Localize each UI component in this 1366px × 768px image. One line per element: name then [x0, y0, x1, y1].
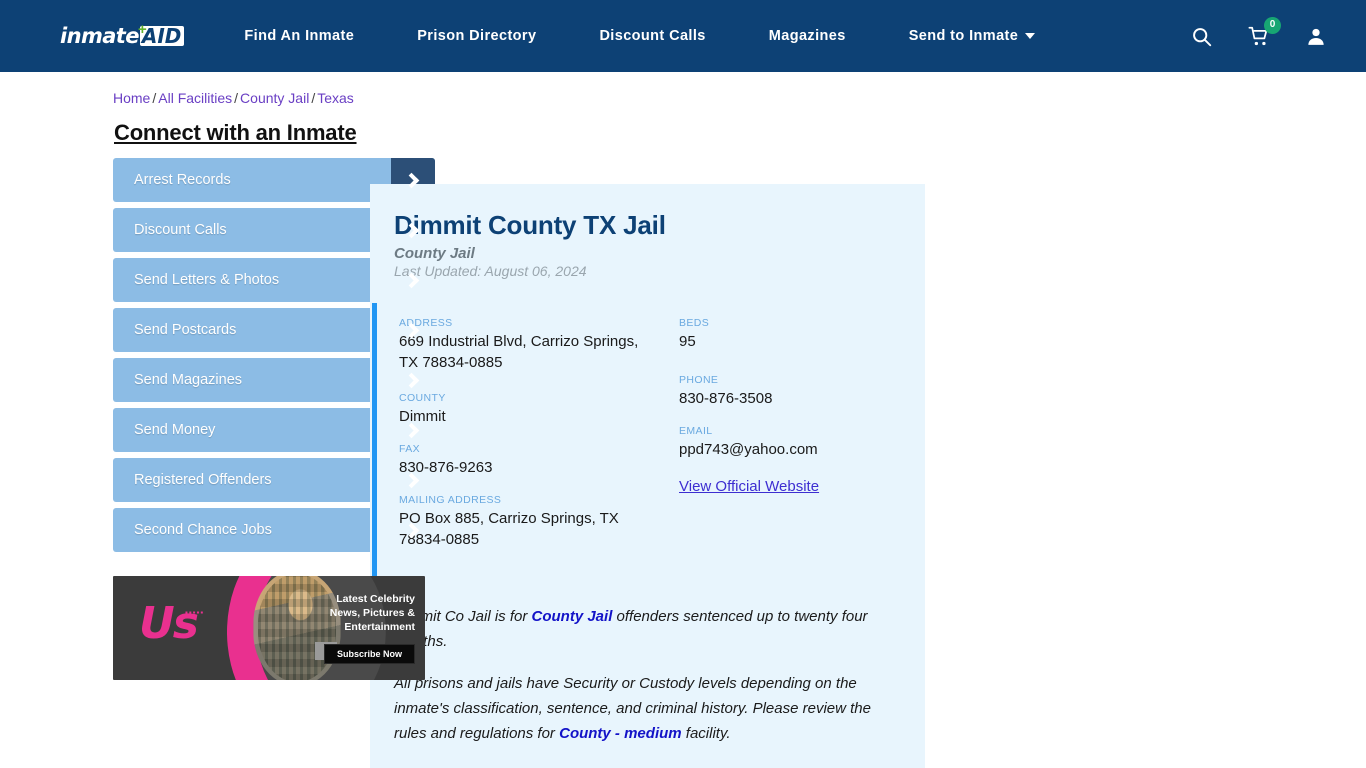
page-body: Home / All Facilities / County Jail / Texas Co… — [0, 72, 1366, 768]
info-label: FAX — [399, 443, 421, 455]
info-value: 669 Industrial Blvd, Carrizo Springs, TX… — [399, 333, 639, 371]
facility-type: County Jail — [394, 245, 475, 262]
info-field-mailing-address: MAILING ADDRESS PO Box 885, Carrizo Spri… — [399, 494, 653, 550]
info-field-beds: BEDS 95 — [679, 317, 907, 352]
advertisement-banner[interactable]: Us ▪▪▪▪▪ Latest Celebrity News, Pictures… — [113, 576, 425, 680]
info-label: PHONE — [679, 374, 719, 386]
chevron-down-icon — [1025, 33, 1036, 39]
info-value: 830-876-9263 — [399, 459, 493, 476]
user-account-icon[interactable] — [1306, 26, 1326, 47]
breadcrumb-separator: / — [234, 90, 239, 106]
info-value: Dimmit — [399, 408, 446, 425]
nav-item-prison-directory[interactable]: Prison Directory — [417, 18, 536, 54]
left-sidebar: Home / All Facilities / County Jail / Texas Co… — [0, 72, 435, 768]
logo-wordmark: inmate — [60, 24, 139, 48]
info-field-email: EMAIL ppd743@yahoo.com — [679, 425, 907, 460]
facility-info-column-left: ADDRESS 669 Industrial Blvd, Carrizo Spr… — [399, 317, 653, 566]
sidebar-item-label: Send Letters & Photos — [134, 272, 280, 288]
sidebar-item-label: Send Money — [134, 422, 216, 438]
sidebar-item-label: Registered Offenders — [134, 472, 272, 488]
description-paragraph-3: The phone carrier is TelMate Inmate Call… — [394, 763, 903, 768]
search-icon[interactable] — [1191, 26, 1212, 47]
facility-info-column-right: BEDS 95 PHONE 830-876-3508 EMAIL ppd743@… — [653, 317, 907, 566]
info-field-phone: PHONE 830-876-3508 — [679, 374, 907, 409]
ad-headline: Latest Celebrity News, Pictures & Entert… — [329, 593, 415, 633]
info-field-fax: FAX 830-876-9263 — [399, 443, 653, 478]
info-label: ADDRESS — [399, 317, 453, 329]
facility-detail-panel: Dimmit County TX Jail County Jail Last U… — [370, 184, 925, 768]
link-county-medium[interactable]: County - medium — [559, 725, 682, 742]
info-value: ppd743@yahoo.com — [679, 441, 818, 458]
ad-brand-logo-dots: ▪▪▪▪▪ — [185, 608, 205, 617]
description-paragraph-1: Dimmit Co Jail is for County Jail offend… — [394, 604, 903, 654]
info-label: COUNTY — [399, 392, 446, 404]
logo-plus-icon: + — [138, 21, 147, 38]
top-navigation-bar: inmate + AID Find An Inmate Prison Direc… — [0, 0, 1366, 72]
sidebar-item-label: Discount Calls — [134, 222, 227, 238]
sidebar-item-label: Send Magazines — [134, 372, 243, 388]
breadcrumb-item-county-jail[interactable]: County Jail — [240, 90, 309, 106]
sidebar-heading: Connect with an Inmate — [114, 120, 357, 145]
info-label: BEDS — [679, 317, 710, 329]
link-county-jail[interactable]: County Jail — [532, 608, 613, 625]
sidebar-item-label: Second Chance Jobs — [134, 522, 272, 538]
info-field-county: COUNTY Dimmit — [399, 392, 653, 427]
breadcrumb-item-texas[interactable]: Texas — [317, 90, 354, 106]
sidebar-item-label: Arrest Records — [134, 172, 231, 188]
sidebar-item-label: Send Postcards — [134, 322, 237, 338]
info-label: EMAIL — [679, 425, 713, 437]
primary-nav-links: Find An Inmate Prison Directory Discount… — [244, 18, 1135, 54]
info-value: 95 — [679, 333, 696, 350]
paragraph-2-text-b: facility. — [681, 725, 731, 742]
ad-subscribe-button[interactable]: Subscribe Now — [323, 644, 415, 664]
breadcrumb: Home / All Facilities / County Jail / Texas — [113, 90, 370, 106]
last-updated-text: Last Updated: August 06, 2024 — [394, 263, 587, 279]
info-field-address: ADDRESS 669 Industrial Blvd, Carrizo Spr… — [399, 317, 653, 373]
page-title: Dimmit County TX Jail — [394, 210, 666, 240]
nav-item-discount-calls[interactable]: Discount Calls — [599, 18, 705, 54]
view-official-website-link[interactable]: View Official Website — [679, 478, 819, 495]
facility-info-box: ADDRESS 669 Industrial Blvd, Carrizo Spr… — [372, 303, 907, 582]
info-value: 830-876-3508 — [679, 390, 773, 407]
nav-icon-group: 0 — [1191, 16, 1338, 47]
nav-item-send-to-inmate[interactable]: Send to Inmate — [909, 18, 1036, 54]
shopping-cart-icon[interactable]: 0 — [1248, 16, 1281, 47]
description-paragraph-2: All prisons and jails have Security or C… — [394, 671, 903, 746]
nav-item-send-to-inmate-label: Send to Inmate — [908, 28, 1019, 44]
breadcrumb-item-all-facilities[interactable]: All Facilities — [158, 90, 232, 106]
site-logo[interactable]: inmate + AID — [60, 21, 185, 48]
nav-item-magazines[interactable]: Magazines — [769, 18, 846, 54]
info-value: PO Box 885, Carrizo Springs, TX 78834-08… — [399, 510, 619, 548]
cart-count-badge: 0 — [1264, 16, 1281, 34]
info-label: MAILING ADDRESS — [399, 494, 502, 506]
nav-item-find-an-inmate[interactable]: Find An Inmate — [244, 18, 354, 54]
facility-description: Dimmit Co Jail is for County Jail offend… — [370, 582, 925, 768]
breadcrumb-item-home[interactable]: Home — [113, 90, 150, 106]
